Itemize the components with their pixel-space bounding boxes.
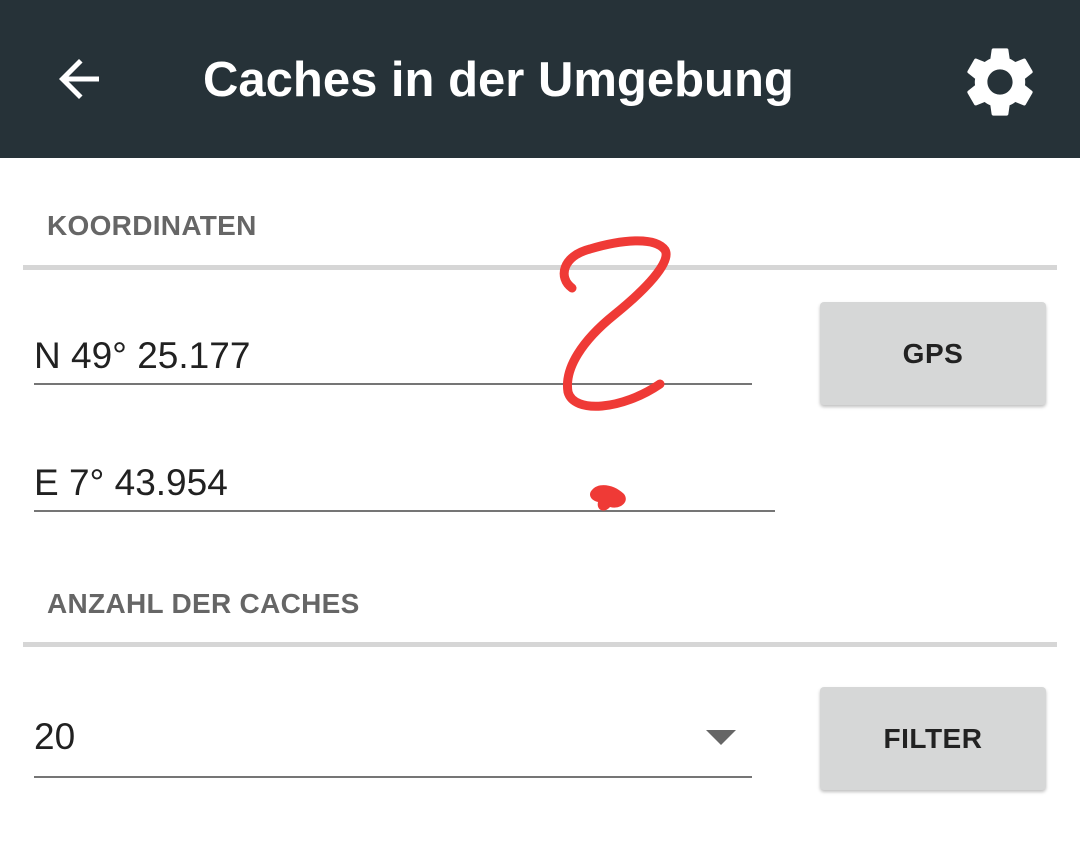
longitude-value: E 7° 43.954 [34,462,228,503]
filter-button[interactable]: FILTER [820,687,1046,790]
section-divider-coordinates [23,265,1057,270]
back-button[interactable] [40,40,118,118]
section-header-cache-count: ANZAHL DER CACHES [47,588,360,619]
latitude-value: N 49° 25.177 [34,335,251,376]
arrow-back-icon [59,59,99,99]
page-title: Caches in der Umgebung [203,53,794,107]
cache-count-dropdown[interactable]: 20 [34,706,752,778]
longitude-field[interactable]: E 7° 43.954 [34,450,775,512]
gps-button[interactable]: GPS [820,302,1046,405]
section-header-coordinates: KOORDINATEN [47,210,257,241]
latitude-field[interactable]: N 49° 25.177 [34,323,752,385]
cache-count-value: 20 [34,716,76,757]
section-divider-cache-count [23,642,1057,647]
settings-button[interactable] [955,37,1045,127]
gear-icon [967,48,1033,116]
app-toolbar: Caches in der Umgebung [0,0,1080,158]
dropdown-arrow-icon [706,730,736,745]
